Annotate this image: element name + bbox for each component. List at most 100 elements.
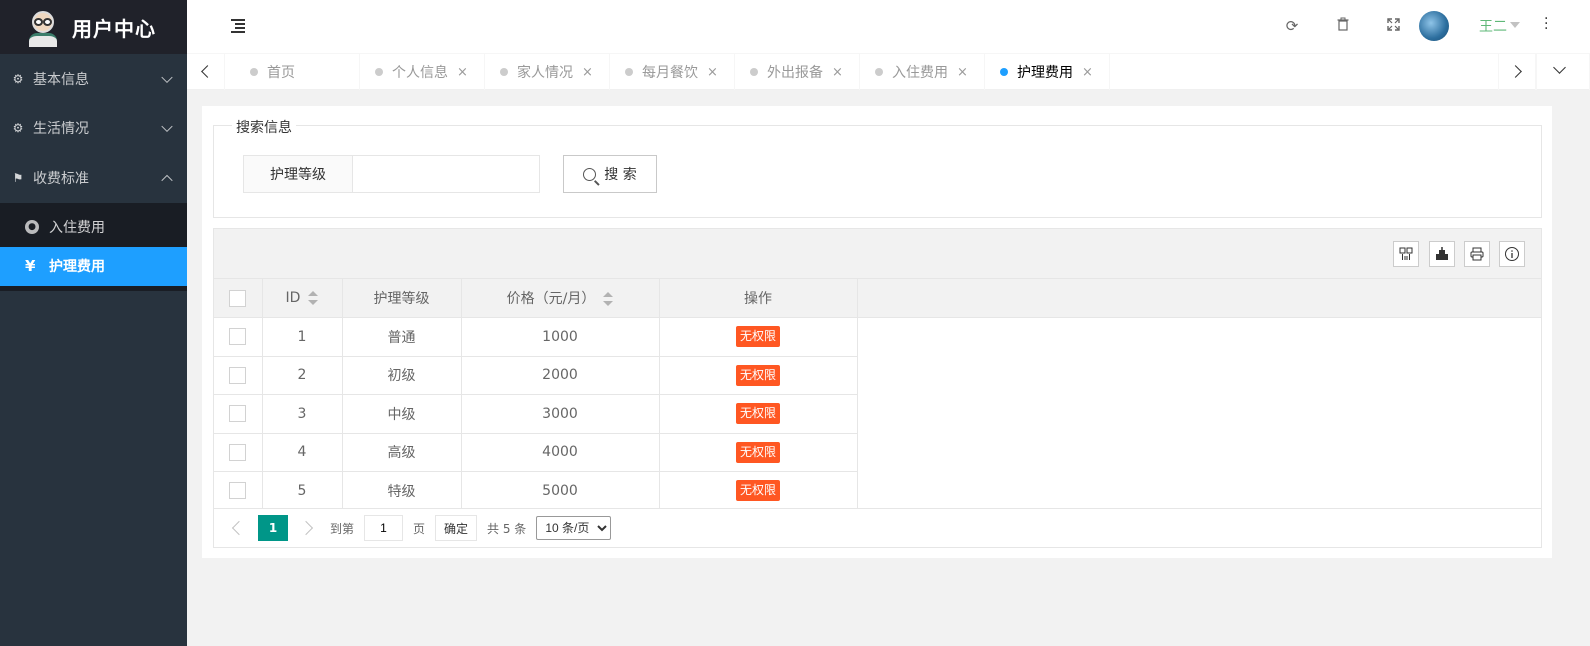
tab-personal-info[interactable]: 个人信息 × [360,54,485,90]
tab-label: 首页 [267,65,295,81]
fee-table: ID 护理等级 价格（元/月） 操作 1 普通 1000 无权限 2 初级 20… [214,279,1541,511]
pager-prev-icon[interactable] [231,520,247,536]
pager-size-select[interactable]: 10 条/页 [536,516,612,540]
close-icon[interactable]: × [582,65,593,80]
chevron-right-icon [1509,65,1522,78]
cell-level: 高级 [342,433,462,472]
search-button[interactable]: 搜 索 [563,155,657,193]
cell-spacer [857,395,1541,434]
sort-icon[interactable] [603,292,614,306]
column-header-id[interactable]: ID [262,279,343,318]
cell-level: 特级 [342,471,462,511]
row-select-cell [214,356,263,395]
cell-id: 5 [262,471,343,511]
row-checkbox[interactable] [229,482,247,500]
header: ⟳ 王二 · · · [187,0,1590,54]
table-row: 5 特级 5000 无权限 [214,471,1541,511]
sidebar-item-label: 基本信息 [33,71,89,88]
data-table: ID 护理等级 价格（元/月） 操作 1 普通 1000 无权限 2 初级 20… [213,228,1542,548]
tab-outing[interactable]: 外出报备 × [735,54,860,90]
row-checkbox[interactable] [229,328,247,346]
tab-prev-button[interactable] [187,54,225,90]
care-level-input[interactable] [352,155,540,193]
cell-action: 无权限 [659,317,858,357]
sort-icon[interactable] [308,291,319,305]
search-button-label: 搜 索 [604,167,637,183]
info-icon[interactable] [1499,241,1525,267]
cell-price: 2000 [461,356,660,395]
avatar[interactable] [1419,11,1449,41]
fullscreen-icon[interactable] [1384,17,1402,35]
row-checkbox[interactable] [229,405,247,423]
row-checkbox[interactable] [229,366,247,384]
export-icon[interactable] [1429,241,1455,267]
sidebar-subitem-checkin-fee[interactable]: ● 入住费用 [0,208,187,247]
sidebar-item-fees[interactable]: ⚑ 收费标准 [0,153,187,203]
close-icon[interactable]: × [457,65,468,80]
tab-label: 个人信息 [392,65,448,81]
gears-icon: ⚙ [12,71,24,86]
tab-label: 入住费用 [892,65,948,81]
cell-action: 无权限 [659,394,858,434]
chevron-left-icon [201,65,214,78]
pager-page-unit: 页 [413,521,426,536]
search-icon [583,167,597,181]
sidebar-subitem-care-fee[interactable]: ¥ 护理费用 [0,246,187,286]
pager-goto-label: 到第 [330,521,355,536]
column-header-price[interactable]: 价格（元/月） [461,279,660,318]
content-card: 搜索信息 护理等级 搜 索 ID 护理等级 价格（元/月） 操作 1 普通 10… [202,106,1552,558]
tab-family[interactable]: 家人情况 × [485,54,610,90]
tab-home[interactable]: 首页 [235,54,360,90]
sidebar-item-living[interactable]: ⚙ 生活情况 [0,104,187,154]
print-icon[interactable] [1464,241,1490,267]
chevron-up-icon [161,174,173,186]
chevron-down-icon [1553,61,1566,74]
row-select-cell [214,433,263,472]
column-header-label: ID [285,290,301,306]
pager-page-1[interactable]: 1 [258,515,288,541]
close-icon[interactable]: × [707,65,718,80]
tab-care-fee[interactable]: 护理费用 × [985,54,1110,90]
pager-confirm-button[interactable]: 确定 [435,515,478,541]
cell-spacer [857,433,1541,472]
refresh-icon[interactable]: ⟳ [1283,17,1301,35]
column-header-level: 护理等级 [342,279,462,318]
select-all-cell [214,279,263,318]
row-checkbox[interactable] [229,443,247,461]
tab-next-button[interactable] [1498,54,1536,90]
column-header-label: 价格（元/月） [506,291,596,307]
menu-toggle-icon[interactable] [231,18,245,33]
tab-dot [625,68,633,76]
trash-icon[interactable] [1334,17,1352,35]
table-row: 2 初级 2000 无权限 [214,356,1541,395]
sidebar-item-basic-info[interactable]: ⚙ 基本信息 [0,54,187,104]
close-icon[interactable]: × [832,65,843,80]
tab-checkin-fee[interactable]: 入住费用 × [860,54,985,90]
tab-menu-button[interactable] [1536,54,1590,90]
tab-meals[interactable]: 每月餐饮 × [610,54,735,90]
cell-spacer [857,356,1541,395]
columns-icon[interactable] [1393,241,1419,267]
chevron-down-icon [161,71,173,83]
close-icon[interactable]: × [957,65,968,80]
caret-down-icon[interactable] [1510,22,1520,28]
user-name[interactable]: 王二 [1479,16,1507,36]
select-all-checkbox[interactable] [229,289,247,307]
cell-id: 2 [262,356,343,395]
table-toolbar [214,229,1541,279]
tab-dot [500,68,508,76]
sidebar-item-label: 生活情况 [33,121,89,138]
pager-goto-input[interactable] [364,515,404,541]
pager-next-icon[interactable] [298,520,314,536]
tab-dot [1000,68,1008,76]
more-icon[interactable]: · · · [1544,12,1548,36]
chevron-down-icon [161,120,173,133]
cell-action: 无权限 [659,471,858,511]
cell-level: 普通 [342,317,462,357]
sidebar-subitem-label: 入住费用 [49,220,105,236]
search-fieldset: 搜索信息 护理等级 搜 索 [213,117,1542,218]
close-icon[interactable]: × [1082,65,1093,80]
app-title: 用户中心 [72,16,156,41]
row-select-cell [214,394,263,434]
tab-dot [875,68,883,76]
